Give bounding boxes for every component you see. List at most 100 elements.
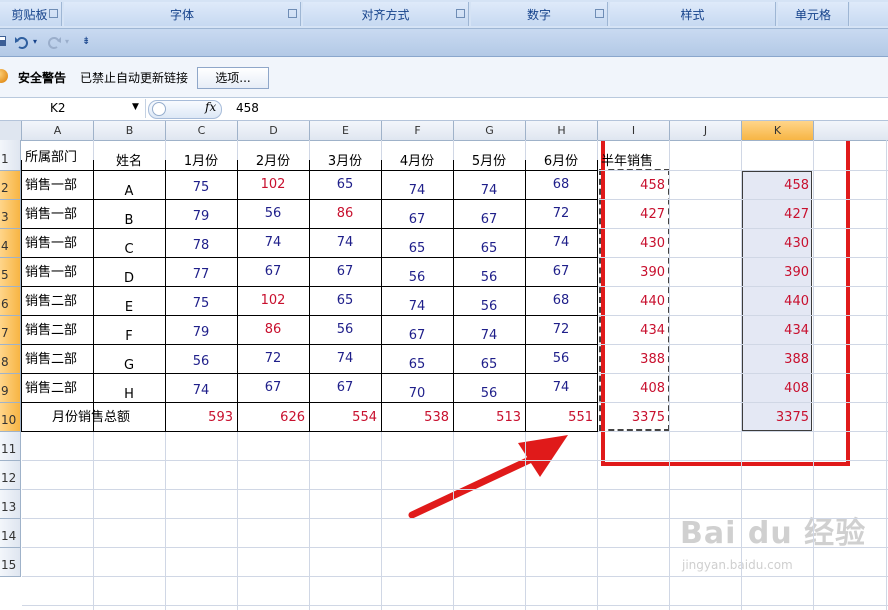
column-header-j[interactable]: J [670,121,742,141]
cell-c4[interactable]: 78 [169,231,233,260]
column-header-h[interactable]: H [526,121,598,141]
cell-f7[interactable]: 67 [385,321,449,350]
row-header-9[interactable]: 9 [0,374,21,403]
cell-k9[interactable]: 408 [745,374,809,403]
column-header-e[interactable]: E [310,121,382,141]
cell-c5[interactable]: 77 [169,260,233,289]
undo-dropdown-icon[interactable]: ▾ [33,34,37,50]
cell-i6[interactable]: 440 [601,287,665,316]
customize-icon[interactable]: ⇟ [82,34,90,50]
row-header-8[interactable]: 8 [0,345,21,374]
cell-b8[interactable]: G [97,351,161,380]
column-header-g[interactable]: G [454,121,526,141]
cell-f10[interactable]: 538 [385,403,449,432]
row-header-4[interactable]: 4 [0,229,21,258]
column-header-b[interactable]: B [94,121,166,141]
cell-a2[interactable]: 销售一部 [25,171,89,200]
cell-d10[interactable]: 626 [241,403,305,432]
formula-expand-icon[interactable] [152,102,166,116]
row-header-7[interactable]: 7 [0,316,21,345]
cell-a1[interactable]: 所属部门 [25,142,89,173]
ribbon-group-cells[interactable]: 单元格 [778,2,849,26]
column-header-a[interactable]: A [22,121,94,141]
ribbon-group-alignment[interactable]: 对齐方式 [303,2,469,26]
dialog-launcher-icon[interactable] [456,9,465,18]
cell-a10-merged[interactable]: 月份销售总额 [25,403,157,432]
cell-f8[interactable]: 65 [385,350,449,379]
cell-g4[interactable]: 65 [457,234,521,263]
cell-a7[interactable]: 销售二部 [25,316,89,345]
cell-i8[interactable]: 388 [601,345,665,374]
cell-b4[interactable]: C [97,235,161,264]
cell-e7[interactable]: 56 [313,315,377,344]
dialog-launcher-icon[interactable] [288,9,297,18]
row-header-15[interactable]: 15 [0,548,21,577]
cell-k2[interactable]: 458 [745,171,809,200]
cell-e5[interactable]: 67 [313,257,377,286]
row-header-13[interactable]: 13 [0,490,21,519]
fx-icon[interactable]: fx [205,100,216,114]
redo-dropdown-icon[interactable]: ▾ [65,34,69,50]
cell-f2[interactable]: 74 [385,176,449,205]
cell-g3[interactable]: 67 [457,205,521,234]
cell-k8[interactable]: 388 [745,345,809,374]
cell-i2[interactable]: 458 [601,171,665,200]
cell-e10[interactable]: 554 [313,403,377,432]
cell-b2[interactable]: A [97,177,161,206]
cell-i5[interactable]: 390 [601,258,665,287]
ribbon-group-number[interactable]: 数字 [471,2,608,26]
redo-icon[interactable] [46,34,62,50]
select-all-corner[interactable] [0,121,22,141]
cell-c9[interactable]: 74 [169,376,233,405]
cell-c2[interactable]: 75 [169,173,233,202]
cell-f3[interactable]: 67 [385,205,449,234]
cell-f5[interactable]: 56 [385,263,449,292]
cell-b6[interactable]: E [97,293,161,322]
cell-d7[interactable]: 86 [241,315,305,344]
cell-e6[interactable]: 65 [313,286,377,315]
row-header-14[interactable]: 14 [0,519,21,548]
cell-h10[interactable]: 551 [529,403,593,432]
cell-i4[interactable]: 430 [601,229,665,258]
cell-g2[interactable]: 74 [457,176,521,205]
cell-i10[interactable]: 3375 [601,403,665,432]
cell-b1[interactable]: 姓名 [97,146,161,177]
cell-e3[interactable]: 86 [313,199,377,228]
cell-c3[interactable]: 79 [169,202,233,231]
cell-h9[interactable]: 74 [529,373,593,402]
ribbon-group-styles[interactable]: 样式 [610,2,776,26]
cell-e4[interactable]: 74 [313,228,377,257]
cell-d6[interactable]: 102 [241,286,305,315]
cell-k3[interactable]: 427 [745,200,809,229]
cell-c7[interactable]: 79 [169,318,233,347]
row-header-10[interactable]: 10 [0,403,21,432]
column-header-i[interactable]: I [598,121,670,141]
row-header-3[interactable]: 3 [0,200,21,229]
ribbon-group-editing[interactable] [850,2,888,26]
row-header-1[interactable]: 1 [0,140,21,171]
column-header-d[interactable]: D [238,121,310,141]
column-header-f[interactable]: F [382,121,454,141]
ribbon-group-font[interactable]: 字体 [64,2,301,26]
cell-i7[interactable]: 434 [601,316,665,345]
row-header-12[interactable]: 12 [0,461,21,490]
cell-i9[interactable]: 408 [601,374,665,403]
cell-a9[interactable]: 销售二部 [25,374,89,403]
dialog-launcher-icon[interactable] [595,9,604,18]
cell-g8[interactable]: 65 [457,350,521,379]
cell-g7[interactable]: 74 [457,321,521,350]
cell-e2[interactable]: 65 [313,170,377,199]
options-button[interactable]: 选项... [197,67,269,89]
cell-b3[interactable]: B [97,206,161,235]
save-icon[interactable] [0,34,8,50]
cell-d5[interactable]: 67 [241,257,305,286]
name-box[interactable] [0,99,146,118]
cell-h2[interactable]: 68 [529,170,593,199]
cell-h8[interactable]: 56 [529,344,593,373]
cell-k7[interactable]: 434 [745,316,809,345]
row-header-6[interactable]: 6 [0,287,21,316]
dialog-launcher-icon[interactable] [49,9,58,18]
cell-c6[interactable]: 75 [169,289,233,318]
cell-k6[interactable]: 440 [745,287,809,316]
cell-k4[interactable]: 430 [745,229,809,258]
